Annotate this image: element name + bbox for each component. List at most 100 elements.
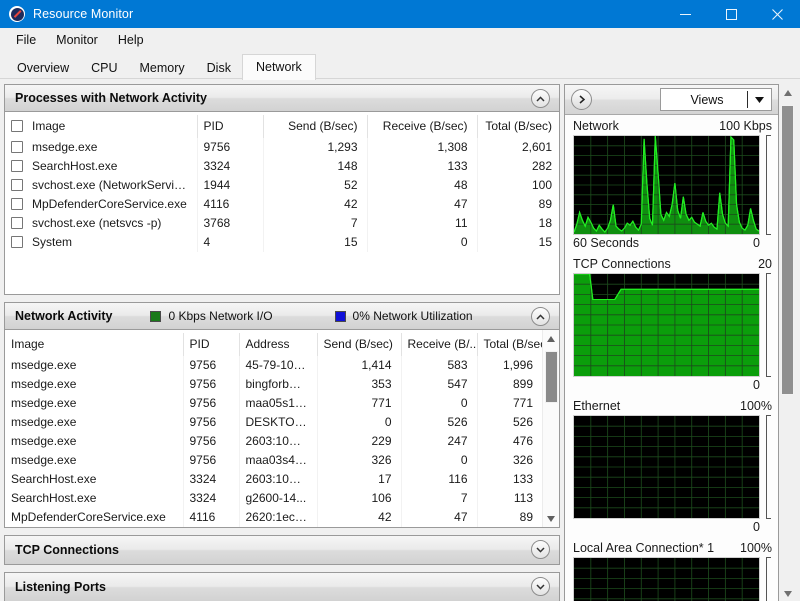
- row-checkbox[interactable]: [11, 160, 23, 172]
- minimize-button[interactable]: [662, 0, 708, 28]
- triangle-down-icon[interactable]: [543, 510, 560, 527]
- table-row[interactable]: msedge.exe9756maa05s16-...7710771: [5, 394, 542, 413]
- col-pid[interactable]: PID: [183, 333, 239, 356]
- cell-total: 899: [477, 375, 542, 394]
- cell-pid: 9756: [183, 451, 239, 470]
- views-button[interactable]: Views: [660, 88, 772, 111]
- table-row[interactable]: MpDefenderCoreService.exe 4116 42 47 89: [5, 195, 559, 214]
- col-send[interactable]: Send (B/sec): [317, 333, 401, 356]
- row-checkbox[interactable]: [11, 236, 23, 248]
- network-activity-scrollbar[interactable]: [542, 330, 559, 527]
- chevron-down-icon[interactable]: [531, 540, 550, 559]
- chevron-down-icon[interactable]: [531, 577, 550, 596]
- cell-send: 771: [317, 394, 401, 413]
- graph-axis-bracket: [763, 415, 772, 519]
- graph-header: TCP Connections20: [573, 257, 772, 273]
- tab-overview[interactable]: Overview: [6, 56, 80, 80]
- caret-down-icon[interactable]: [748, 97, 771, 103]
- col-image[interactable]: Image: [5, 333, 183, 356]
- table-row[interactable]: msedge.exe9756DESKTOP-...0526526: [5, 413, 542, 432]
- legend-swatch-blue: [335, 311, 346, 322]
- col-total[interactable]: Total (B/sec): [477, 333, 542, 356]
- chevron-up-icon[interactable]: [531, 307, 550, 326]
- triangle-down-icon[interactable]: [779, 585, 796, 601]
- row-checkbox[interactable]: [11, 198, 23, 210]
- cell-receive: 48: [367, 176, 477, 195]
- cell-address: 2603:1000...: [239, 470, 317, 489]
- cell-receive: 11: [367, 214, 477, 233]
- cell-total: 771: [477, 394, 542, 413]
- cell-total: 18: [477, 214, 559, 233]
- row-checkbox[interactable]: [11, 141, 23, 153]
- triangle-up-icon[interactable]: [779, 84, 796, 101]
- chevron-right-circle-icon[interactable]: [571, 89, 592, 110]
- table-row[interactable]: msedge.exe975645-79-102...1,4145831,996: [5, 356, 542, 375]
- menu-file[interactable]: File: [6, 30, 46, 50]
- network-activity-header[interactable]: Network Activity 0 Kbps Network I/O 0% N…: [5, 303, 559, 330]
- scrollbar-track[interactable]: [543, 347, 560, 510]
- triangle-up-icon[interactable]: [543, 330, 560, 347]
- cell-pid: 3324: [183, 489, 239, 508]
- graph-max-label: 100%: [740, 541, 772, 555]
- maximize-button[interactable]: [708, 0, 754, 28]
- graph-canvas: [573, 415, 760, 519]
- graph-title: TCP Connections: [573, 257, 671, 271]
- graph-pane: Views Network100 Kbps60 Seconds0TCP Conn…: [564, 84, 779, 601]
- scrollbar-thumb[interactable]: [545, 351, 558, 403]
- table-row[interactable]: msedge.exe9756maa03s46-...3260326: [5, 451, 542, 470]
- cell-address: g2600-14...: [239, 489, 317, 508]
- table-row[interactable]: SearchHost.exe3324g2600-14...1067113: [5, 489, 542, 508]
- cell-pid: 9756: [183, 413, 239, 432]
- table-row[interactable]: msedge.exe 9756 1,293 1,308 2,601: [5, 138, 559, 157]
- table-row[interactable]: svchost.exe (NetworkService -p) 1944 52 …: [5, 176, 559, 195]
- tab-disk[interactable]: Disk: [196, 56, 242, 80]
- close-button[interactable]: [754, 0, 800, 28]
- network-activity-body: Image PID Address Send (B/sec) Receive (…: [5, 330, 559, 527]
- tab-cpu[interactable]: CPU: [80, 56, 128, 80]
- cell-send: 15: [263, 233, 367, 252]
- table-row[interactable]: msedge.exe9756bingforbusi...353547899: [5, 375, 542, 394]
- cell-pid: 4: [197, 233, 263, 252]
- tab-network[interactable]: Network: [242, 54, 316, 80]
- window-controls: [662, 0, 800, 28]
- table-row[interactable]: MpDefenderCoreService.exe41162620:1ec:4.…: [5, 508, 542, 527]
- processes-table-wrapper: Image PID Send (B/sec) Receive (B/sec) T…: [5, 112, 559, 294]
- processes-panel-header[interactable]: Processes with Network Activity: [5, 85, 559, 112]
- tab-memory[interactable]: Memory: [129, 56, 196, 80]
- menu-monitor[interactable]: Monitor: [46, 30, 108, 50]
- col-receive[interactable]: Receive (B/...: [401, 333, 477, 356]
- listening-ports-title: Listening Ports: [5, 580, 106, 594]
- table-row[interactable]: msedge.exe97562603:1046...229247476: [5, 432, 542, 451]
- legend-network-io-label: 0 Kbps Network I/O: [168, 309, 272, 323]
- col-address[interactable]: Address: [239, 333, 317, 356]
- graph-pane-scrollbar[interactable]: [779, 84, 796, 601]
- cell-pid: 9756: [183, 432, 239, 451]
- row-checkbox[interactable]: [11, 217, 23, 229]
- col-send[interactable]: Send (B/sec): [263, 115, 367, 138]
- table-row[interactable]: svchost.exe (netsvcs -p) 3768 7 11 18: [5, 214, 559, 233]
- graph-footer: 0: [573, 519, 772, 534]
- cell-receive: 583: [401, 356, 477, 375]
- processes-panel-title: Processes with Network Activity: [5, 91, 207, 105]
- graph-footer: 60 Seconds0: [573, 235, 772, 250]
- table-row[interactable]: System 4 15 0 15: [5, 233, 559, 252]
- cell-image: SearchHost.exe: [5, 470, 183, 489]
- cell-pid: 9756: [183, 394, 239, 413]
- cell-receive: 133: [367, 157, 477, 176]
- listening-ports-panel-header[interactable]: Listening Ports: [4, 572, 560, 601]
- col-pid[interactable]: PID: [197, 115, 263, 138]
- cell-pid: 9756: [183, 375, 239, 394]
- table-row[interactable]: SearchHost.exe33242603:1000...17116133: [5, 470, 542, 489]
- chevron-up-icon[interactable]: [531, 89, 550, 108]
- cell-image: msedge.exe: [5, 432, 183, 451]
- table-row[interactable]: SearchHost.exe 3324 148 133 282: [5, 157, 559, 176]
- tcp-connections-panel-header[interactable]: TCP Connections: [4, 535, 560, 565]
- col-total[interactable]: Total (B/sec): [477, 115, 559, 138]
- col-image[interactable]: Image: [5, 115, 197, 138]
- menu-help[interactable]: Help: [108, 30, 154, 50]
- scrollbar-thumb[interactable]: [781, 105, 794, 395]
- col-receive[interactable]: Receive (B/sec): [367, 115, 477, 138]
- select-all-checkbox[interactable]: [11, 120, 23, 132]
- scrollbar-track[interactable]: [779, 101, 796, 585]
- row-checkbox[interactable]: [11, 179, 23, 191]
